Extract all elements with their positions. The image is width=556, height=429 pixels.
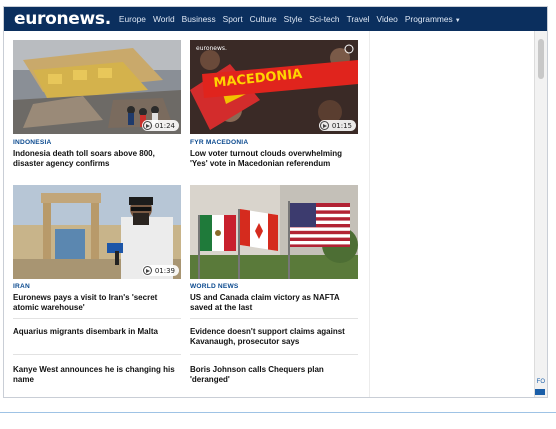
play-icon bbox=[319, 121, 329, 130]
nav-programmes[interactable]: Programmes ▼ bbox=[405, 14, 461, 24]
caret-down-icon: ▼ bbox=[454, 18, 461, 24]
nav-travel[interactable]: Travel bbox=[347, 14, 370, 24]
play-icon bbox=[142, 121, 152, 130]
article-kicker[interactable]: WORLD NEWS bbox=[190, 283, 239, 290]
nav-style[interactable]: Style bbox=[284, 14, 303, 24]
video-duration-badge: 01:39 bbox=[141, 265, 179, 276]
flags-photo bbox=[190, 185, 358, 279]
divider bbox=[190, 354, 358, 355]
article-thumbnail-macedonia[interactable]: MACEDONIA euronews. 01:15 bbox=[190, 40, 358, 134]
euronews-watermark: euronews. bbox=[196, 45, 227, 52]
nav-sci-tech[interactable]: Sci-tech bbox=[309, 14, 339, 24]
divider bbox=[190, 318, 358, 319]
bottom-rule bbox=[0, 412, 556, 413]
article-kicker[interactable]: FYR MACEDONIA bbox=[190, 139, 248, 146]
nav-programmes-label: Programmes bbox=[404, 14, 453, 24]
article-kicker[interactable]: INDONESIA bbox=[13, 139, 51, 146]
article-thumbnail-iran[interactable]: 01:39 bbox=[13, 185, 181, 279]
article-headline[interactable]: Indonesia death toll soars above 800, di… bbox=[13, 149, 181, 169]
browser-viewport: euronews. Europe World Business Sport Cu… bbox=[3, 6, 548, 398]
nav-world[interactable]: World bbox=[153, 14, 175, 24]
nav-europe[interactable]: Europe bbox=[119, 14, 146, 24]
article-headline[interactable]: Low voter turnout clouds overwhelming 'Y… bbox=[190, 149, 358, 169]
news-grid: 01:24 INDONESIA Indonesia death toll soa… bbox=[4, 31, 369, 397]
blank-side-panel bbox=[369, 31, 547, 397]
vertical-scrollbar[interactable]: FO bbox=[534, 31, 547, 397]
article-headline[interactable]: Evidence doesn't support claims against … bbox=[190, 327, 358, 347]
corner-label: FO bbox=[536, 379, 545, 385]
video-duration: 01:15 bbox=[331, 121, 352, 130]
divider bbox=[13, 318, 181, 319]
article-kicker[interactable]: IRAN bbox=[13, 283, 30, 290]
video-duration: 01:24 bbox=[154, 121, 175, 130]
nav-culture[interactable]: Culture bbox=[250, 14, 277, 24]
scrollbar-thumb[interactable] bbox=[538, 39, 544, 79]
article-headline[interactable]: Aquarius migrants disembark in Malta bbox=[13, 327, 181, 337]
article-headline[interactable]: US and Canada claim victory as NAFTA sav… bbox=[190, 293, 358, 313]
nav-video[interactable]: Video bbox=[377, 14, 398, 24]
article-headline[interactable]: Kanye West announces he is changing his … bbox=[13, 365, 181, 385]
divider bbox=[13, 354, 181, 355]
video-duration-badge: 01:15 bbox=[318, 120, 356, 131]
article-thumbnail-indonesia[interactable]: 01:24 bbox=[13, 40, 181, 134]
article-headline[interactable]: Boris Johnson calls Chequers plan 'deran… bbox=[190, 365, 358, 385]
video-duration-badge: 01:24 bbox=[141, 120, 179, 131]
corner-bar bbox=[535, 389, 545, 395]
article-thumbnail-nafta[interactable] bbox=[190, 185, 358, 279]
nav-business[interactable]: Business bbox=[182, 14, 216, 24]
nav-sport[interactable]: Sport bbox=[223, 14, 243, 24]
top-navbar: euronews. Europe World Business Sport Cu… bbox=[4, 7, 547, 31]
euronews-logo[interactable]: euronews. bbox=[14, 7, 111, 31]
article-headline[interactable]: Euronews pays a visit to Iran's 'secret … bbox=[13, 293, 181, 313]
video-duration: 01:39 bbox=[154, 266, 175, 275]
play-icon bbox=[142, 266, 152, 275]
